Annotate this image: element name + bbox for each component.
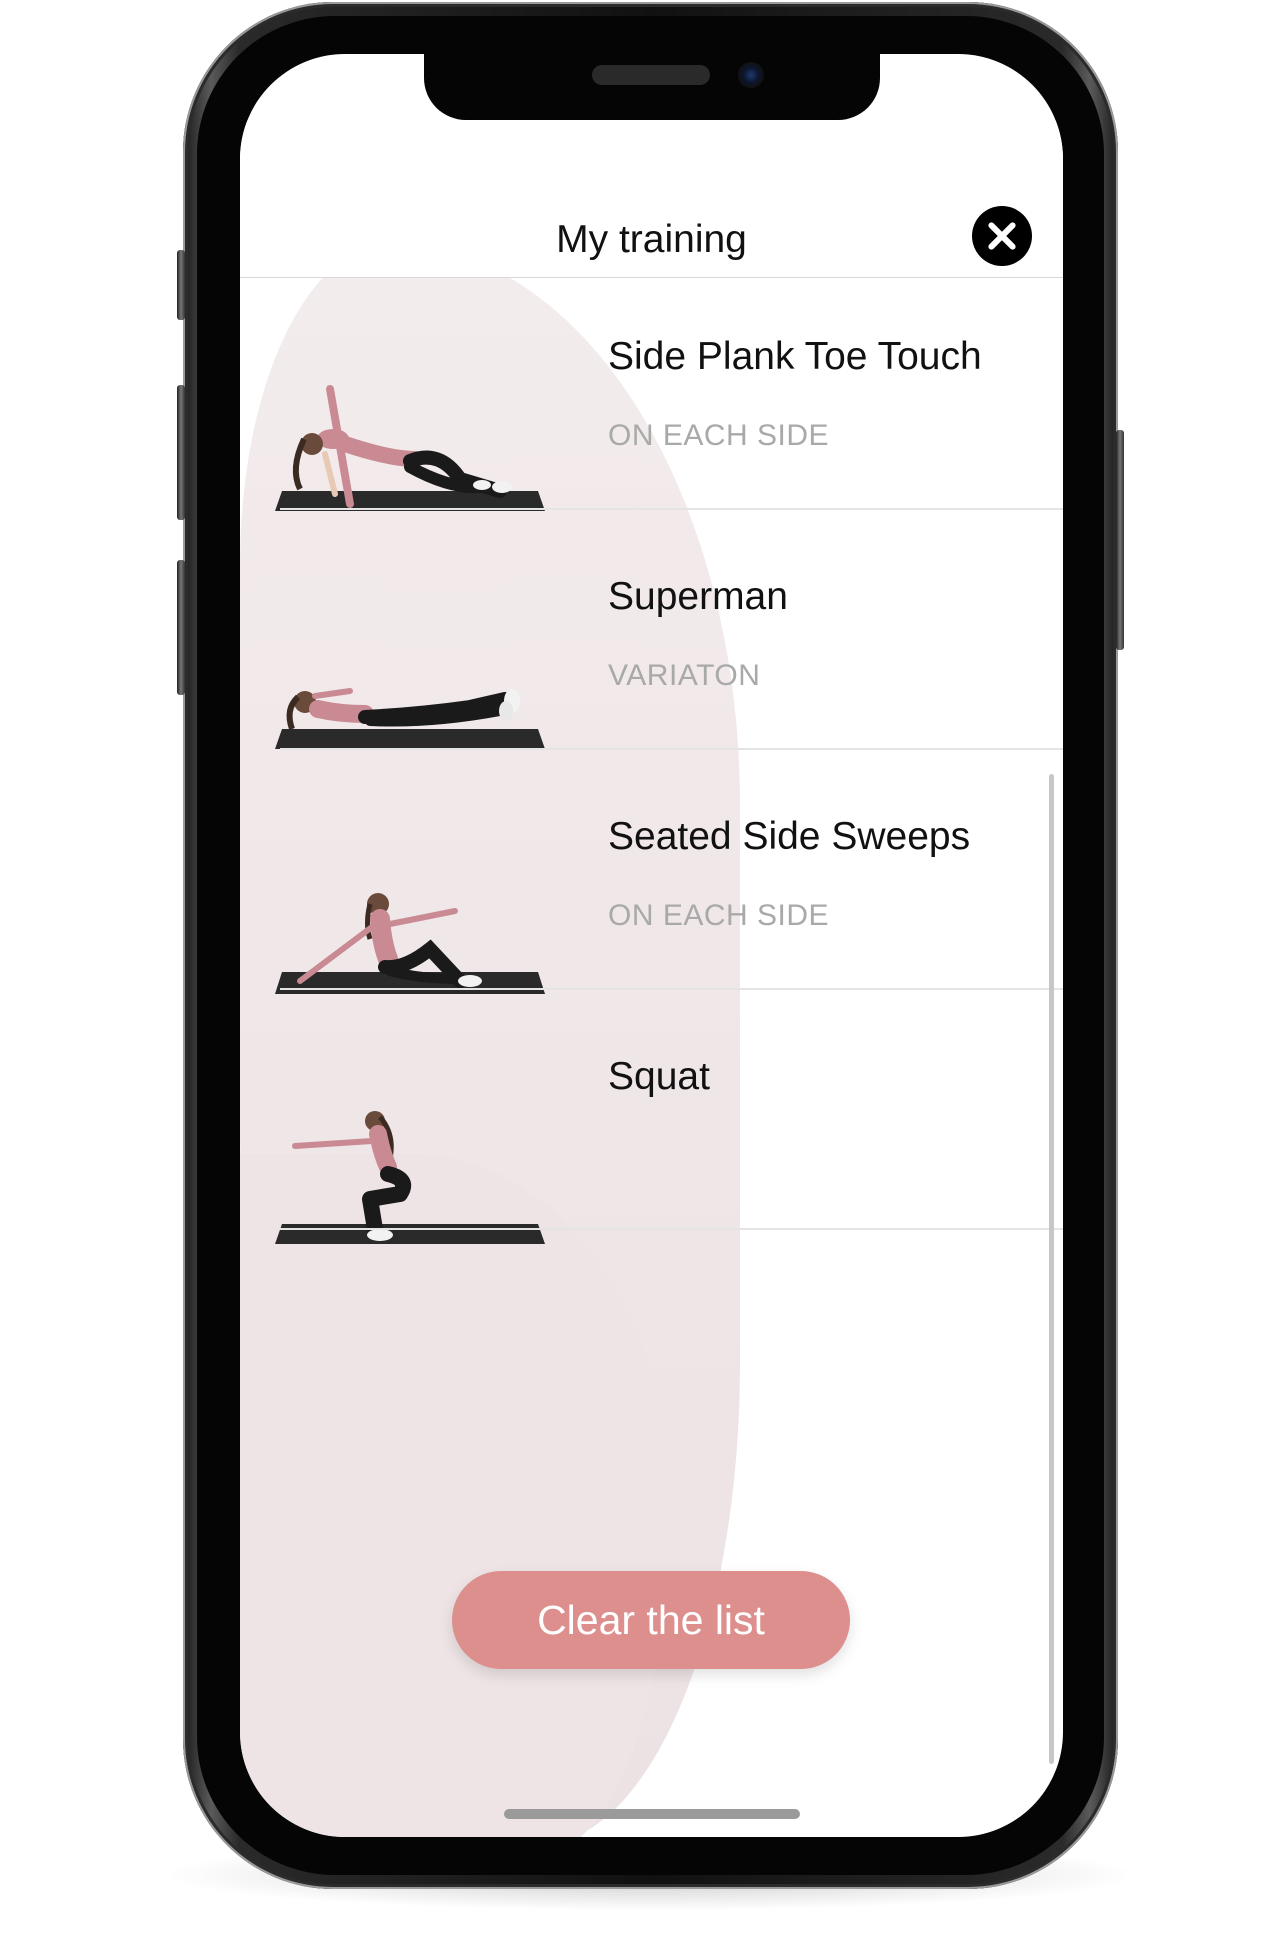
exercise-subtitle: ON EACH SIDE xyxy=(608,419,830,452)
exercise-name: Seated Side Sweeps xyxy=(608,815,971,858)
exercise-subtitle: VARIATON xyxy=(608,659,761,692)
navigation-bar: My training xyxy=(240,120,1063,278)
front-camera xyxy=(738,62,764,88)
exercise-name: Squat xyxy=(608,1055,710,1098)
exercise-subtitle: ON EACH SIDE xyxy=(608,899,830,932)
home-indicator[interactable] xyxy=(504,1809,800,1819)
speaker-grille xyxy=(592,65,710,85)
exercise-thumbnail xyxy=(270,809,550,1009)
scrollbar[interactable] xyxy=(1049,774,1054,1764)
device-notch xyxy=(424,54,880,120)
exercise-thumbnail xyxy=(270,1049,550,1249)
power-button xyxy=(1116,430,1124,650)
app-screen: Side Plank Toe Touch ON EACH SIDE Superm… xyxy=(240,54,1063,1837)
row-separator xyxy=(280,1228,1063,1230)
mute-switch xyxy=(177,250,185,320)
page-title: My training xyxy=(556,218,747,261)
exercise-thumbnail xyxy=(270,329,550,529)
volume-down-button xyxy=(177,560,185,695)
exercise-name: Side Plank Toe Touch xyxy=(608,335,982,378)
exercise-thumbnail xyxy=(270,569,550,769)
clear-list-button[interactable]: Clear the list xyxy=(452,1571,850,1669)
list-item[interactable]: Squat xyxy=(240,989,1063,1289)
close-icon[interactable] xyxy=(972,206,1032,266)
volume-up-button xyxy=(177,385,185,520)
exercise-name: Superman xyxy=(608,575,788,618)
